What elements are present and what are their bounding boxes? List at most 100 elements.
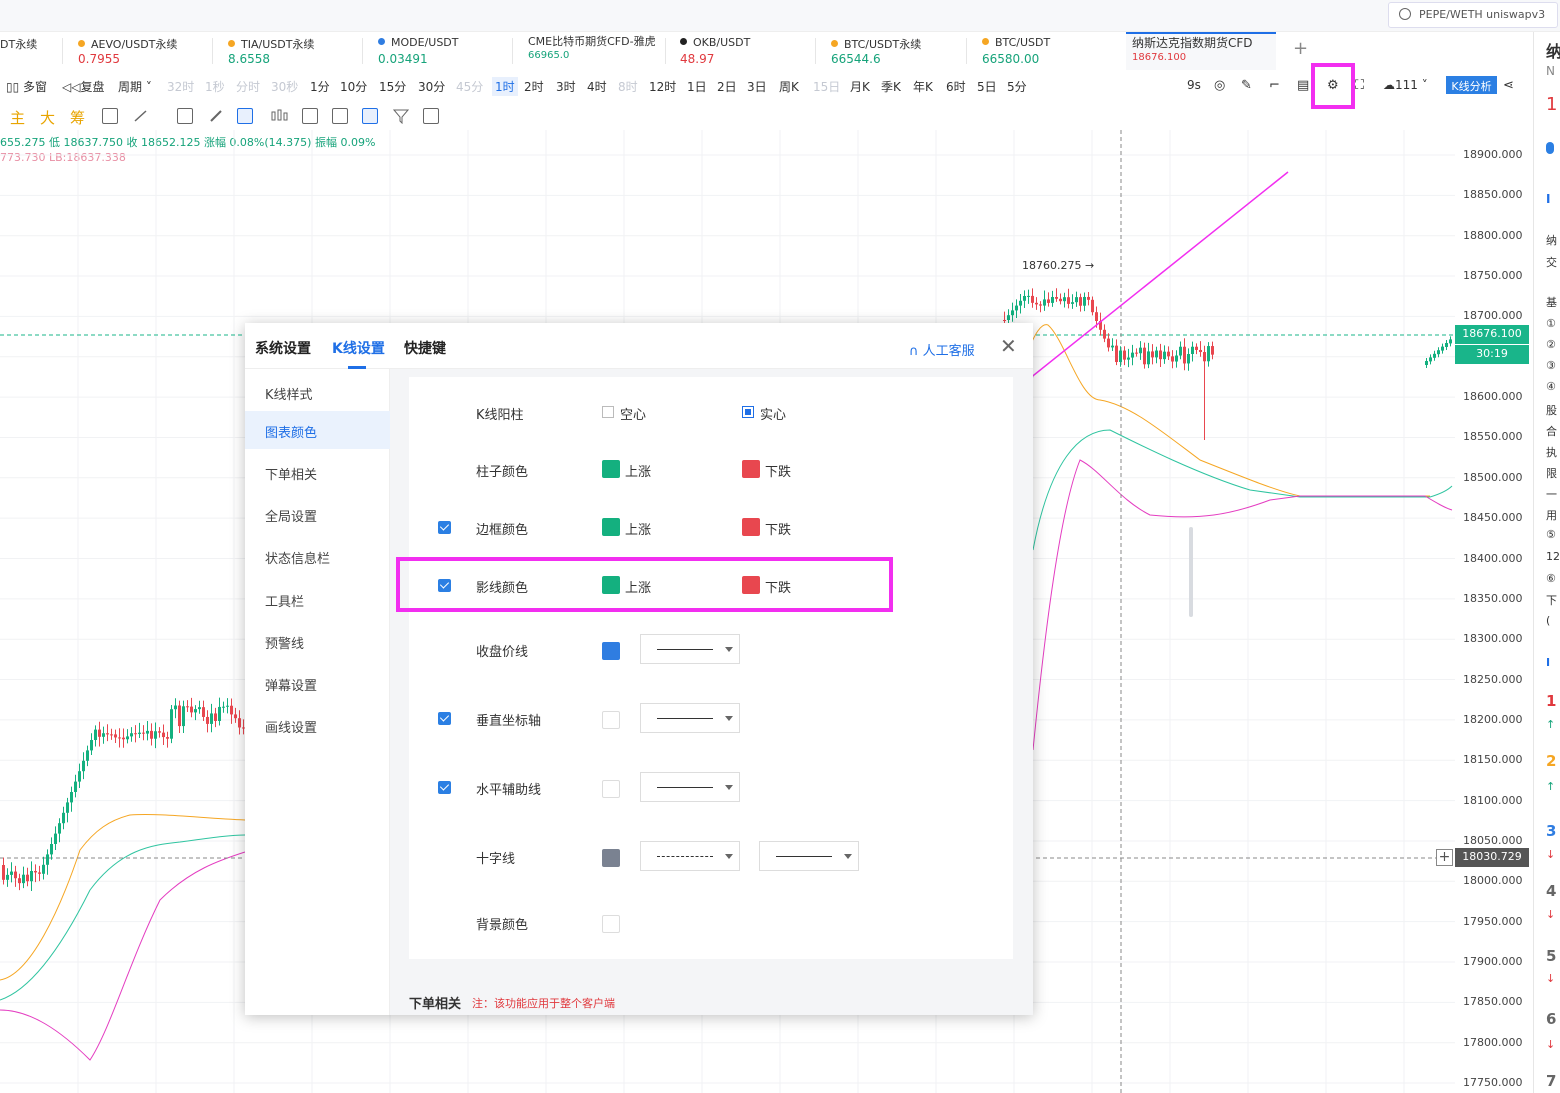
period-option[interactable]: 32时 xyxy=(167,78,194,95)
sidebar-item-kline-style[interactable]: K线样式 xyxy=(245,373,390,411)
horizontal-grid-checkbox[interactable] xyxy=(438,781,451,794)
pen-icon[interactable]: ✎ xyxy=(1241,78,1252,93)
period-option[interactable]: 1时 xyxy=(492,77,518,96)
sidebar-item-toolbar[interactable]: 工具栏 xyxy=(245,580,390,618)
close-line-color-swatch[interactable] xyxy=(602,642,620,660)
tab-system-settings[interactable]: 系统设置 xyxy=(255,338,311,358)
candle xyxy=(58,823,61,834)
period-option[interactable]: 周K xyxy=(779,78,799,95)
down-color-swatch[interactable] xyxy=(742,460,760,478)
filter-icon[interactable] xyxy=(392,108,410,125)
ruler-icon[interactable] xyxy=(133,108,149,124)
down-color-swatch[interactable] xyxy=(742,518,760,536)
refresh-interval[interactable]: 9s xyxy=(1187,78,1201,92)
period-option[interactable]: 2时 xyxy=(524,78,544,95)
period-option[interactable]: 分时 xyxy=(236,78,260,95)
period-option[interactable]: 2日 xyxy=(717,78,737,95)
candle xyxy=(1103,329,1106,339)
period-option[interactable]: 5分 xyxy=(1007,78,1027,95)
main-indicator-button[interactable]: 主 xyxy=(10,107,25,128)
copy-icon[interactable] xyxy=(102,108,118,124)
candles-icon[interactable] xyxy=(270,108,288,124)
crosshair-color-swatch[interactable] xyxy=(602,849,620,867)
candle xyxy=(1191,346,1194,354)
bookmark-icon[interactable]: ⌐ xyxy=(1269,78,1280,93)
vertical-axis-style-dropdown[interactable] xyxy=(640,703,740,733)
sidebar-item-chart-colors[interactable]: 图表颜色 xyxy=(245,411,390,449)
period-option[interactable]: 45分 xyxy=(456,78,483,95)
rp-text: 1 xyxy=(1546,94,1558,115)
border-color-checkbox[interactable] xyxy=(438,521,451,534)
period-option[interactable]: 15日 xyxy=(813,78,840,95)
replay-button[interactable]: ◁◁复盘 xyxy=(62,78,104,95)
sidebar-item-drawing[interactable]: 画线设置 xyxy=(245,706,390,744)
multiwin-button[interactable]: ▯▯ 多窗 xyxy=(6,78,47,95)
candle xyxy=(218,706,221,721)
period-option[interactable]: 8时 xyxy=(618,78,638,95)
period-option[interactable]: 30分 xyxy=(418,78,445,95)
tab-shortcuts[interactable]: 快捷键 xyxy=(404,338,446,358)
camera-icon[interactable]: ◎ xyxy=(1214,78,1225,93)
tab-symbol-active[interactable]: 纳斯达克指数期货CFD 18676.100 xyxy=(1126,32,1276,70)
layout-icon[interactable]: ▤ xyxy=(1297,78,1309,93)
candle xyxy=(1035,302,1038,305)
settings-content: K线阳柱 空心 实心 柱子颜色 上涨 下跌 边框颜色 上涨 下跌 影线颜色 上涨… xyxy=(390,369,1193,1015)
close-line-style-dropdown[interactable] xyxy=(640,634,740,664)
horizontal-grid-color-swatch[interactable] xyxy=(602,780,620,798)
period-option[interactable]: 30秒 xyxy=(271,78,298,95)
fullscreen-icon[interactable]: ⛶ xyxy=(1355,78,1364,93)
candle xyxy=(1055,297,1058,299)
sidebar-item-statusbar[interactable]: 状态信息栏 xyxy=(245,537,390,575)
panel-scrollbar[interactable] xyxy=(1189,527,1193,617)
crosshair-style-dropdown[interactable] xyxy=(640,841,740,871)
chips-button[interactable]: 筹 xyxy=(70,107,85,128)
period-option[interactable]: 3日 xyxy=(747,78,767,95)
note-icon[interactable] xyxy=(332,108,348,124)
period-option[interactable]: 季K xyxy=(881,78,901,95)
window-icon[interactable] xyxy=(177,108,193,124)
crosshair-width-dropdown[interactable] xyxy=(759,841,859,871)
period-option[interactable]: 10分 xyxy=(340,78,367,95)
up-color-swatch[interactable] xyxy=(602,518,620,536)
period-option[interactable]: 1日 xyxy=(687,78,707,95)
period-option[interactable]: 12时 xyxy=(649,78,676,95)
period-option[interactable]: 月K xyxy=(850,78,870,95)
kline-analysis-button[interactable]: K线分析 xyxy=(1446,76,1497,94)
period-option[interactable]: 15分 xyxy=(379,78,406,95)
tab-kline-settings[interactable]: K线设置 xyxy=(332,338,385,358)
lock-icon[interactable] xyxy=(302,108,318,124)
sidebar-item-global[interactable]: 全局设置 xyxy=(245,495,390,533)
solid-radio[interactable] xyxy=(742,406,754,418)
period-option[interactable]: 1分 xyxy=(310,78,330,95)
sidebar-item-alert-line[interactable]: 预警线 xyxy=(245,622,390,660)
share-icon[interactable]: ⋖ xyxy=(1503,78,1514,93)
background-color-swatch[interactable] xyxy=(602,915,620,933)
period-option[interactable]: 4时 xyxy=(587,78,607,95)
big-order-button[interactable]: 大 xyxy=(40,107,55,128)
up-color-swatch[interactable] xyxy=(602,460,620,478)
period-option[interactable]: 年K xyxy=(913,78,933,95)
trash-icon[interactable] xyxy=(423,108,439,124)
period-dropdown[interactable]: 周期 ˅ xyxy=(118,78,152,95)
magnet-icon[interactable] xyxy=(362,108,378,124)
sidebar-item-order[interactable]: 下单相关 xyxy=(245,453,390,491)
add-tab-icon[interactable]: + xyxy=(1293,38,1308,59)
close-icon[interactable]: ✕ xyxy=(1000,334,1017,358)
period-option[interactable]: 3时 xyxy=(556,78,576,95)
vertical-axis-checkbox[interactable] xyxy=(438,712,451,725)
vertical-axis-color-swatch[interactable] xyxy=(602,711,620,729)
sidebar-item-danmaku[interactable]: 弹幕设置 xyxy=(245,664,390,702)
link-icon[interactable] xyxy=(208,108,224,124)
period-option[interactable]: 1秒 xyxy=(205,78,225,95)
period-option[interactable]: 6时 xyxy=(946,78,966,95)
customer-service-link[interactable]: ∩ 人工客服 xyxy=(909,340,975,359)
candle xyxy=(6,874,9,880)
search-box[interactable]: PEPE/WETH uniswapv3 xyxy=(1388,2,1558,28)
cloud-button[interactable]: ☁111 ˅ xyxy=(1383,78,1428,92)
price-axis[interactable]: 18900.000 18850.000 18800.000 18750.000 1870… xyxy=(1455,130,1530,1093)
add-alert-icon[interactable]: + xyxy=(1436,849,1453,866)
hollow-radio[interactable] xyxy=(602,406,614,418)
period-option[interactable]: 5日 xyxy=(977,78,997,95)
horizontal-grid-style-dropdown[interactable] xyxy=(640,772,740,802)
draw-line-icon[interactable] xyxy=(237,108,253,124)
